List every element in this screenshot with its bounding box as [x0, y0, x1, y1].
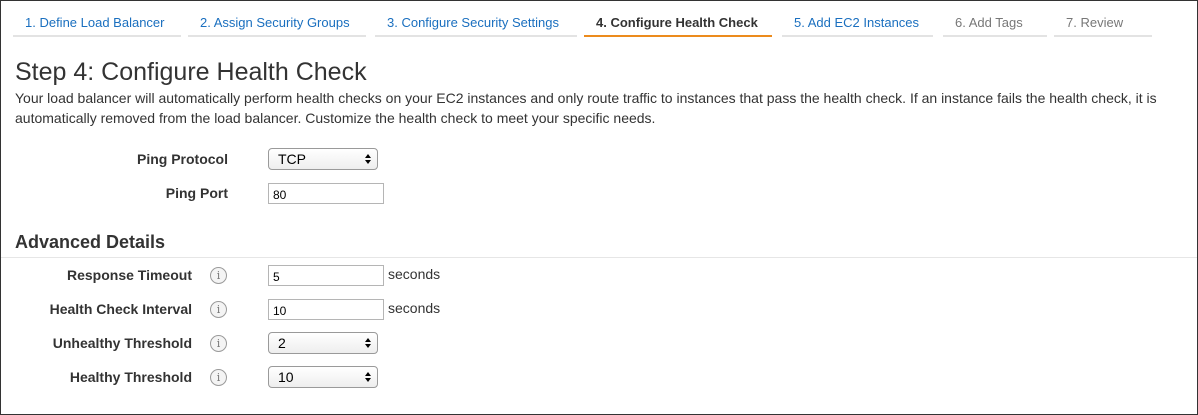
health-check-interval-input[interactable]: [268, 299, 384, 320]
ping-protocol-select[interactable]: TCP: [268, 148, 378, 170]
healthy-threshold-select[interactable]: 10: [268, 366, 378, 388]
unhealthy-threshold-label: Unhealthy Threshold: [52, 335, 192, 351]
tab-configure-security-settings[interactable]: 3. Configure Security Settings: [375, 1, 577, 37]
unhealthy-threshold-select[interactable]: 2: [268, 332, 378, 354]
ping-protocol-value: TCP: [278, 151, 306, 167]
ping-port-label: Ping Port: [165, 185, 228, 201]
response-timeout-unit: seconds: [388, 266, 441, 282]
page-title: Step 4: Configure Health Check: [15, 58, 367, 86]
tab-assign-security-groups[interactable]: 2. Assign Security Groups: [188, 1, 366, 37]
info-icon[interactable]: i: [210, 267, 227, 284]
health-check-interval-label: Health Check Interval: [49, 301, 192, 317]
ping-port-input[interactable]: [268, 183, 384, 204]
select-arrows-icon: [365, 338, 371, 348]
unhealthy-threshold-value: 2: [278, 335, 286, 351]
healthy-threshold-value: 10: [278, 369, 294, 385]
health-check-interval-unit: seconds: [388, 300, 441, 316]
wizard-page: 1. Define Load Balancer 2. Assign Securi…: [0, 0, 1198, 415]
healthy-threshold-label: Healthy Threshold: [69, 369, 192, 385]
section-divider: [1, 257, 1197, 258]
tab-add-tags: 6. Add Tags: [943, 1, 1047, 37]
tab-define-load-balancer[interactable]: 1. Define Load Balancer: [13, 1, 181, 37]
tab-configure-health-check[interactable]: 4. Configure Health Check: [584, 1, 772, 37]
wizard-tabs: 1. Define Load Balancer 2. Assign Securi…: [1, 1, 1197, 39]
tab-add-ec2-instances[interactable]: 5. Add EC2 Instances: [782, 1, 933, 37]
tab-review: 7. Review: [1054, 1, 1152, 37]
select-arrows-icon: [365, 372, 371, 382]
response-timeout-input[interactable]: [268, 265, 384, 286]
select-arrows-icon: [365, 154, 371, 164]
ping-protocol-label: Ping Protocol: [137, 151, 228, 167]
advanced-details-heading: Advanced Details: [15, 232, 166, 252]
response-timeout-label: Response Timeout: [67, 267, 192, 283]
step-description: Your load balancer will automatically pe…: [15, 90, 1157, 126]
info-icon[interactable]: i: [210, 369, 227, 386]
info-icon[interactable]: i: [210, 335, 227, 352]
info-icon[interactable]: i: [210, 301, 227, 318]
